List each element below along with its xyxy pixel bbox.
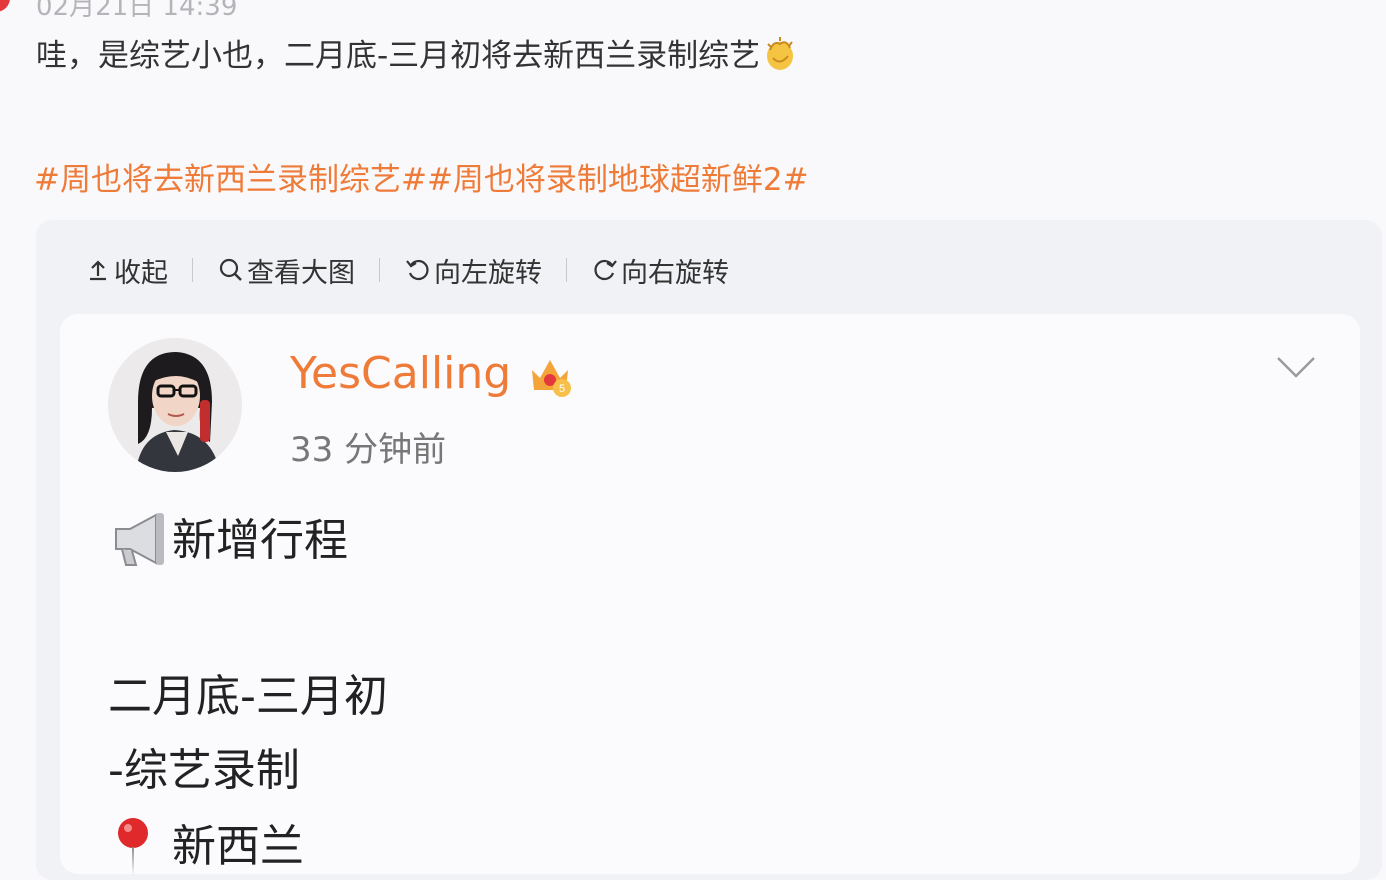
avatar-portrait (108, 338, 242, 472)
post-text-content: 哇，是综艺小也，二月底-三月初将去新西兰录制综艺 (36, 38, 761, 74)
post-timestamp: 02月21日 14:39 (36, 0, 238, 22)
embedded-line: -综艺录制 (108, 745, 300, 796)
crown-icon: 5 (532, 360, 571, 397)
toolbar-divider (566, 258, 567, 282)
media-card: 收起 查看大图 向左旋转 向右旋转 YesCalling 5 33 分钟前 新增… (36, 220, 1382, 880)
rotate-right-label: 向右旋转 (621, 257, 729, 289)
location-pin-icon (118, 818, 148, 875)
embedded-title: 新增行程 (108, 504, 348, 569)
post-text: 哇，是综艺小也，二月底-三月初将去新西兰录制综艺 (36, 30, 798, 75)
rotate-left-label: 向左旋转 (434, 257, 542, 289)
megaphone-icon (115, 513, 164, 566)
embedded-line: 二月底-三月初 (108, 671, 388, 722)
svg-text:5: 5 (559, 383, 565, 395)
rotate-right-button[interactable]: 向右旋转 (591, 251, 729, 290)
toolbar-divider (192, 258, 193, 282)
view-large-button[interactable]: 查看大图 (217, 251, 355, 290)
chevron-down-icon[interactable] (1274, 352, 1318, 382)
clapping-hands-icon (767, 37, 794, 70)
embedded-location: 新西兰 (108, 810, 304, 875)
topic-list: #周也将去新西兰录制综艺##周也将录制地球超新鲜2# (34, 154, 809, 199)
post-time: 33 分钟前 (290, 430, 447, 470)
search-icon (219, 258, 242, 281)
embedded-title-text: 新增行程 (172, 515, 348, 566)
location-text: 新西兰 (172, 821, 304, 872)
topic-link[interactable]: #周也将录制地球超新鲜2# (427, 162, 809, 198)
embedded-screenshot[interactable]: YesCalling 5 33 分钟前 新增行程 二月底-三月初 -综艺录制 新… (60, 314, 1360, 875)
toolbar-divider (379, 258, 380, 282)
collapse-icon (90, 260, 106, 281)
profile-avatar (108, 338, 242, 472)
author-avatar[interactable] (0, 0, 10, 12)
rotate-right-icon (594, 259, 617, 281)
rotate-left-icon (406, 259, 429, 281)
collapse-label: 收起 (114, 257, 168, 289)
topic-link[interactable]: #周也将去新西兰录制综艺# (34, 162, 427, 198)
collapse-button[interactable]: 收起 (84, 251, 168, 290)
image-toolbar: 收起 查看大图 向左旋转 向右旋转 (84, 250, 729, 290)
rotate-left-button[interactable]: 向左旋转 (404, 251, 542, 290)
view-large-label: 查看大图 (247, 257, 355, 289)
username[interactable]: YesCalling (290, 348, 511, 399)
